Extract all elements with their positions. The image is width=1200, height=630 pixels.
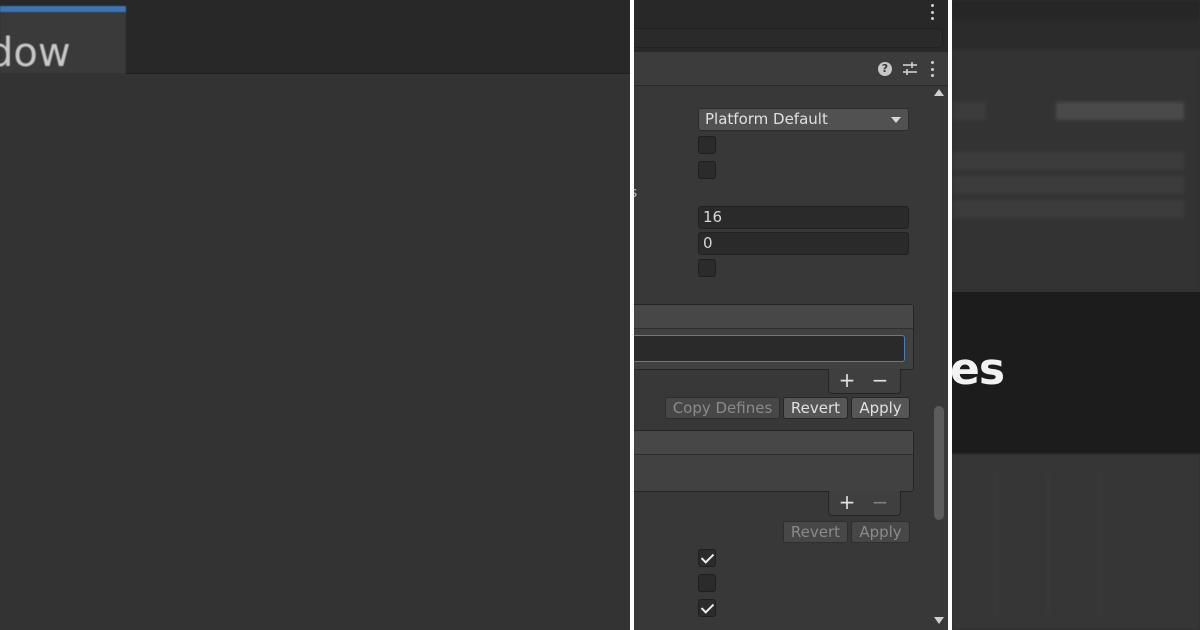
help-icon[interactable]: ? <box>878 62 892 76</box>
blurred-row <box>952 200 1184 218</box>
vertical-scrollbar[interactable] <box>930 86 948 630</box>
kebab-menu-icon[interactable] <box>930 4 934 20</box>
blurred-field <box>952 102 986 120</box>
scroll-down-icon[interactable] <box>934 617 944 624</box>
overlay-title-text: es <box>952 344 1005 395</box>
add-item-button[interactable]: + <box>831 491 863 515</box>
blurred-title-bar <box>952 0 1200 20</box>
kebab-menu-icon[interactable] <box>930 61 934 77</box>
overlay-title-band: es <box>952 292 1200 454</box>
platform-dropdown-value: Platform Default <box>705 110 828 128</box>
number-field[interactable]: 0 <box>698 232 909 255</box>
defines-list-item-input[interactable] <box>634 335 905 362</box>
blurred-button <box>1056 102 1184 120</box>
inspector-header <box>634 52 948 86</box>
scene-window-panel: dow <box>0 0 630 630</box>
apply-button[interactable]: Apply <box>851 521 910 543</box>
grid-line <box>1048 474 1049 614</box>
blurred-row <box>952 152 1184 170</box>
dropdown-arrow-icon <box>891 117 901 123</box>
defines-list-header <box>634 305 913 329</box>
blurred-window-body <box>952 50 1200 292</box>
grid-line <box>1100 474 1101 614</box>
player-settings-content: Platform Default s 16 0 + − Copy Defines… <box>634 86 930 630</box>
platform-dropdown[interactable]: Platform Default <box>698 108 909 131</box>
checkbox[interactable] <box>698 136 716 154</box>
search-input[interactable] <box>634 28 943 48</box>
scrollbar-thumb[interactable] <box>934 406 944 520</box>
inspector-panel: ? Platform Default s 16 0 + − Copy Defin… <box>634 0 948 630</box>
checkbox[interactable] <box>698 259 716 277</box>
search-row <box>634 24 948 52</box>
window-tab[interactable]: dow <box>0 6 126 76</box>
blurred-bottom-area <box>952 454 1200 630</box>
grid-line <box>996 474 997 614</box>
checkbox-checked[interactable] <box>698 549 716 567</box>
window-tab-label: dow <box>0 30 71 76</box>
revert-button[interactable]: Revert <box>783 397 848 419</box>
number-field[interactable]: 16 <box>698 206 909 229</box>
scroll-up-icon[interactable] <box>934 89 944 96</box>
copy-defines-button[interactable]: Copy Defines <box>665 397 780 419</box>
checkbox[interactable] <box>698 161 716 179</box>
blurred-row <box>952 176 1184 194</box>
remove-item-button[interactable]: − <box>864 369 896 393</box>
apply-button[interactable]: Apply <box>851 397 910 419</box>
preset-sliders-icon[interactable] <box>902 62 918 76</box>
list-add-remove: + − <box>828 369 901 394</box>
inspector-title-bar <box>634 0 948 24</box>
defines-list <box>634 304 914 370</box>
window-tab-bar: dow <box>0 0 630 76</box>
second-list <box>634 430 914 492</box>
checkbox-checked[interactable] <box>698 599 716 617</box>
checkbox[interactable] <box>698 574 716 592</box>
clipped-label: s <box>634 185 637 201</box>
revert-button[interactable]: Revert <box>783 521 848 543</box>
blurred-window-area <box>952 0 1200 292</box>
remove-item-button[interactable]: − <box>864 491 896 515</box>
second-list-header <box>634 431 913 455</box>
background-window-panel: es <box>952 0 1200 630</box>
second-list-add-remove: + − <box>828 491 901 516</box>
blurred-tab-strip <box>952 20 1200 50</box>
add-item-button[interactable]: + <box>831 369 863 393</box>
